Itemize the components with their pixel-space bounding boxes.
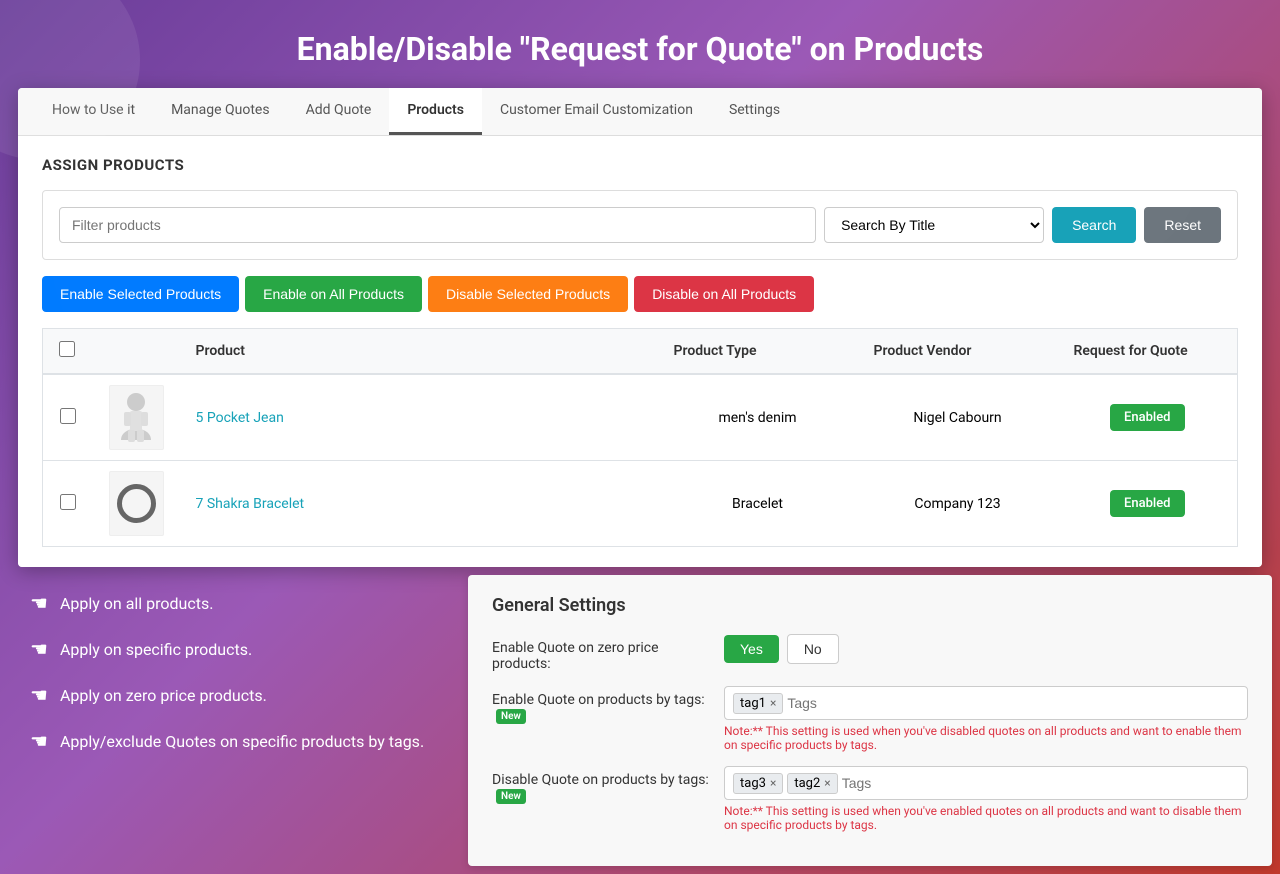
search-by-select[interactable]: Search By Title: [824, 207, 1044, 243]
left-panel-item-1: ☚ Apply on all products.: [30, 591, 430, 615]
filter-products-input[interactable]: [59, 207, 816, 243]
tag-chip-remove-3[interactable]: ×: [770, 776, 776, 790]
general-settings-panel: General Settings Enable Quote on zero pr…: [468, 575, 1272, 866]
table-row: 7 Shakra Bracelet BraceletCompany 123 Enab…: [43, 461, 1238, 547]
tab-customer-email[interactable]: Customer Email Customization: [482, 88, 711, 135]
product-link-2[interactable]: 7 Shakra Bracelet: [196, 496, 305, 512]
disable-tags-new-badge: New: [496, 789, 526, 804]
disable-tags-controls: tag3 × tag2 × Note:** This setting is us…: [724, 766, 1248, 832]
product-link-1[interactable]: 5 Pocket Jean: [196, 410, 284, 426]
col-header-type: Product Type: [658, 329, 858, 375]
enable-selected-button[interactable]: Enable Selected Products: [42, 276, 239, 312]
enable-tags-input-container[interactable]: tag1 ×: [724, 686, 1248, 720]
left-panel: ☚ Apply on all products. ☚ Apply on spec…: [0, 567, 460, 874]
disable-tags-label: Disable Quote on products by tags: New: [492, 766, 712, 804]
col-header-rfq: Request for Quote: [1058, 329, 1238, 375]
tab-manage-quotes[interactable]: Manage Quotes: [153, 88, 288, 135]
rfq-status-badge-2[interactable]: Enabled: [1110, 490, 1185, 517]
left-panel-text-1: Apply on all products.: [60, 594, 214, 613]
yes-button[interactable]: Yes: [724, 635, 779, 663]
tag-chip-label: tag1: [740, 696, 766, 711]
section-title: ASSIGN PRODUCTS: [42, 156, 1238, 174]
product-type-1: men's denim: [658, 374, 858, 461]
enable-all-button[interactable]: Enable on All Products: [245, 276, 422, 312]
select-all-checkbox[interactable]: [59, 341, 75, 357]
table-row: 5 Pocket Jean men's denimNigel Cabourn Ena…: [43, 374, 1238, 461]
enable-tags-note: Note:** This setting is used when you've…: [724, 724, 1248, 752]
row-checkbox-1[interactable]: [60, 408, 76, 424]
tag-chip-remove-2[interactable]: ×: [824, 776, 830, 790]
search-button[interactable]: Search: [1052, 207, 1136, 243]
enable-tags-text-input[interactable]: [787, 695, 1239, 711]
disable-tags-input-container[interactable]: tag3 × tag2 ×: [724, 766, 1248, 800]
page-title: Enable/Disable "Request for Quote" on Pr…: [0, 0, 1280, 88]
tag-chip-tag2: tag2 ×: [787, 773, 837, 794]
tag-chip-remove[interactable]: ×: [770, 696, 776, 710]
product-image-2: [109, 471, 164, 536]
disable-tags-note: Note:** This setting is used when you've…: [724, 804, 1248, 832]
product-vendor-1: Nigel Cabourn: [858, 374, 1058, 461]
arrow-icon-4: ☚: [30, 729, 48, 753]
filter-row: Search By Title Search Reset: [42, 190, 1238, 260]
enable-tags-new-badge: New: [496, 709, 526, 724]
products-table: Product Product Type Product Vendor Requ…: [42, 328, 1238, 547]
tab-products[interactable]: Products: [389, 88, 482, 135]
tag-chip-tag3: tag3 ×: [733, 773, 783, 794]
settings-row-enable-tags: Enable Quote on products by tags: New ta…: [492, 686, 1248, 752]
product-image-1: [109, 385, 164, 450]
row-checkbox-2[interactable]: [60, 494, 76, 510]
settings-row-disable-tags: Disable Quote on products by tags: New t…: [492, 766, 1248, 832]
rfq-status-badge-1[interactable]: Enabled: [1110, 404, 1185, 431]
col-header-product: Product: [180, 329, 658, 375]
left-panel-item-2: ☚ Apply on specific products.: [30, 637, 430, 661]
tab-settings[interactable]: Settings: [711, 88, 798, 135]
zero-price-controls: Yes No: [724, 634, 1248, 664]
disable-selected-button[interactable]: Disable Selected Products: [428, 276, 628, 312]
tab-add-quote[interactable]: Add Quote: [288, 88, 390, 135]
enable-tags-controls: tag1 × Note:** This setting is used when…: [724, 686, 1248, 752]
zero-price-label: Enable Quote on zero price products:: [492, 634, 712, 672]
arrow-icon-2: ☚: [30, 637, 48, 661]
settings-title: General Settings: [492, 595, 1248, 616]
tag-chip-label-2: tag2: [794, 776, 820, 791]
main-card: How to Use it Manage Quotes Add Quote Pr…: [18, 88, 1262, 567]
arrow-icon-1: ☚: [30, 591, 48, 615]
left-panel-text-3: Apply on zero price products.: [60, 686, 267, 705]
action-buttons: Enable Selected Products Enable on All P…: [42, 276, 1238, 312]
product-type-2: Bracelet: [658, 461, 858, 547]
left-panel-item-4: ☚ Apply/exclude Quotes on specific produ…: [30, 729, 430, 753]
bottom-section: ☚ Apply on all products. ☚ Apply on spec…: [0, 567, 1280, 874]
tag-chip-tag1: tag1 ×: [733, 693, 783, 714]
disable-tags-text-input[interactable]: [842, 775, 1239, 791]
left-panel-item-3: ☚ Apply on zero price products.: [30, 683, 430, 707]
settings-row-zero-price: Enable Quote on zero price products: Yes…: [492, 634, 1248, 672]
tab-bar: How to Use it Manage Quotes Add Quote Pr…: [18, 88, 1262, 136]
enable-tags-label: Enable Quote on products by tags: New: [492, 686, 712, 724]
tag-chip-label-3: tag3: [740, 776, 766, 791]
col-header-vendor: Product Vendor: [858, 329, 1058, 375]
reset-button[interactable]: Reset: [1144, 207, 1221, 243]
left-panel-text-2: Apply on specific products.: [60, 640, 252, 659]
left-panel-text-4: Apply/exclude Quotes on specific product…: [60, 732, 424, 751]
tab-content-products: ASSIGN PRODUCTS Search By Title Search R…: [18, 136, 1262, 567]
arrow-icon-3: ☚: [30, 683, 48, 707]
product-vendor-2: Company 123: [858, 461, 1058, 547]
no-button[interactable]: No: [787, 634, 839, 664]
tab-how-to-use[interactable]: How to Use it: [34, 88, 153, 135]
disable-all-button[interactable]: Disable on All Products: [634, 276, 814, 312]
